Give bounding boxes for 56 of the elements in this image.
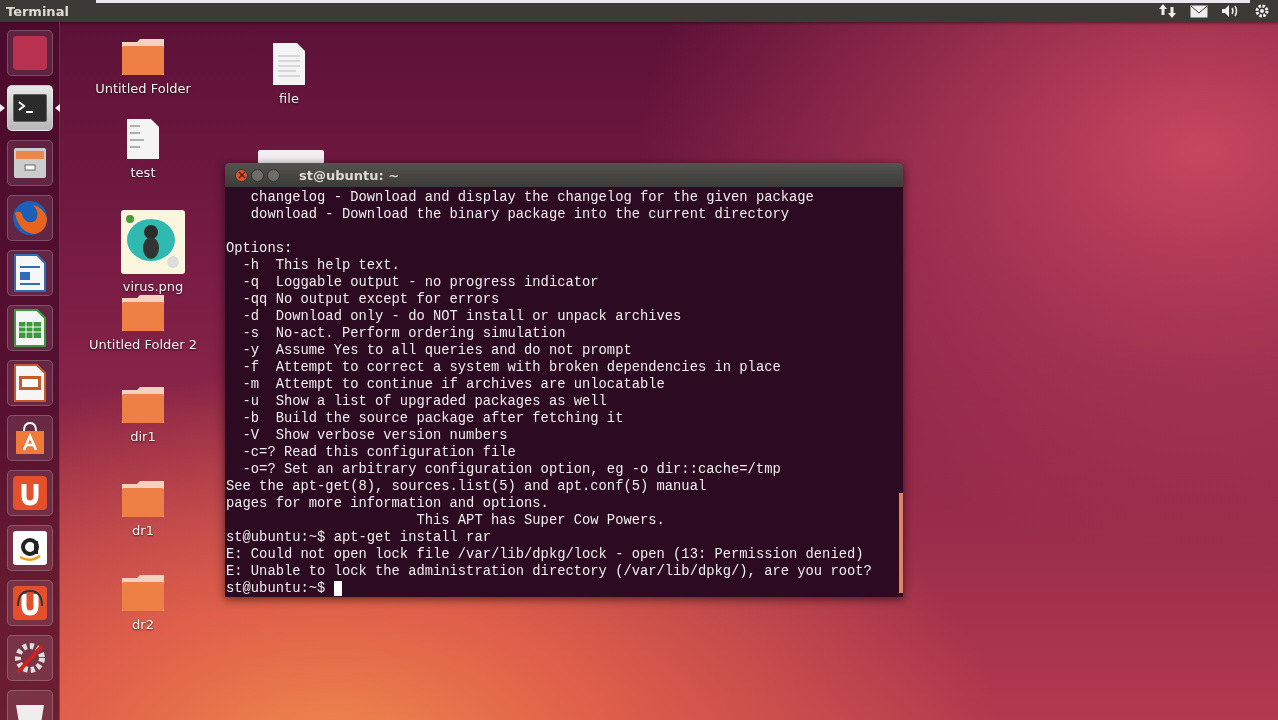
terminal-line: -m Attempt to continue if archives are unlocatable (241, 376, 666, 393)
terminal-line: -u Show a list of upgraded packages as well (241, 393, 608, 410)
folder-icon[interactable] (121, 38, 165, 76)
text-file-icon[interactable] (126, 118, 160, 160)
window-title: st@ubuntu: ~ (299, 167, 400, 183)
terminal-line: -y Assume Yes to all queries and do not prompt (241, 342, 633, 359)
terminal-line: See the apt-get(8), sources.list(5) and apt.conf(5) manual (226, 478, 708, 495)
terminal-line: Options: (226, 240, 294, 257)
icon-label[interactable]: test (130, 165, 156, 180)
terminal-line: -o=? Set an arbitrary configuration option, eg -o dir::cache=/tmp (241, 461, 782, 478)
launcher-item[interactable] (6, 85, 53, 131)
launcher-item[interactable] (6, 360, 53, 406)
icon-label[interactable]: dr1 (132, 523, 154, 538)
text-cursor (333, 581, 342, 596)
launcher-item[interactable] (6, 140, 53, 186)
launcher-item[interactable] (6, 305, 53, 351)
terminal-line: changelog - Download and display the changelog for the given package (249, 189, 815, 206)
terminal-line: E: Unable to lock the administration directory (/var/lib/dpkg/), are you root? (226, 563, 873, 580)
icon-label[interactable]: virus.png (122, 279, 184, 294)
terminal-prompt: st@ubuntu:~$ (226, 580, 327, 597)
folder-icon[interactable] (121, 294, 165, 332)
icon-label[interactable]: dir1 (130, 429, 156, 444)
terminal-line: -h This help text. (241, 257, 401, 274)
terminal-line: This APT has Super Cow Powers. (415, 512, 666, 529)
scrollbar[interactable] (899, 493, 903, 593)
file-icon[interactable] (258, 150, 324, 164)
terminal-line: pages for more information and options. (226, 495, 550, 512)
launcher-item[interactable] (6, 525, 53, 571)
folder-icon[interactable] (121, 386, 165, 424)
terminal-line: E: Could not open lock file /var/lib/dpkg/lock - open (13: Permission denied) (226, 546, 865, 563)
icon-label[interactable]: Untitled Folder (95, 81, 191, 96)
close-button[interactable] (235, 168, 248, 182)
launcher-item[interactable] (6, 250, 53, 296)
launcher-item[interactable] (6, 635, 53, 681)
terminal-line: -V Show verbose version numbers (241, 427, 509, 444)
terminal-line: -qq No output except for errors (241, 291, 501, 308)
gear-icon[interactable] (1254, 3, 1270, 19)
folder-icon[interactable] (121, 480, 165, 518)
icon-label[interactable]: file (279, 91, 299, 106)
icon-label[interactable]: Untitled Folder 2 (88, 337, 198, 352)
launcher-item[interactable] (6, 470, 53, 516)
terminal-line: -d Download only - do NOT install or unpack archives (241, 308, 683, 325)
launcher-item[interactable] (6, 580, 53, 626)
terminal-line: -f Attempt to correct a system with broken dependencies in place (241, 359, 782, 376)
launcher-item[interactable] (6, 415, 53, 461)
network-icon[interactable] (1159, 3, 1177, 19)
terminal-line: download - Download the binary package into the current directory (249, 206, 790, 223)
window-title: Terminal (6, 3, 69, 19)
terminal-line: -c=? Read this configuration file (241, 444, 517, 461)
terminal-line: -b Build the source package after fetching it (241, 410, 625, 427)
terminal-line: -s No-act. Perform ordering simulation (241, 325, 567, 342)
document-icon[interactable] (272, 42, 306, 86)
terminal-line: st@ubuntu:~$ apt-get install rar (226, 529, 492, 546)
focus-indicator (54, 104, 60, 112)
mail-icon[interactable] (1190, 4, 1208, 18)
terminal-line: -q Loggable output - no progress indicator (241, 274, 600, 291)
